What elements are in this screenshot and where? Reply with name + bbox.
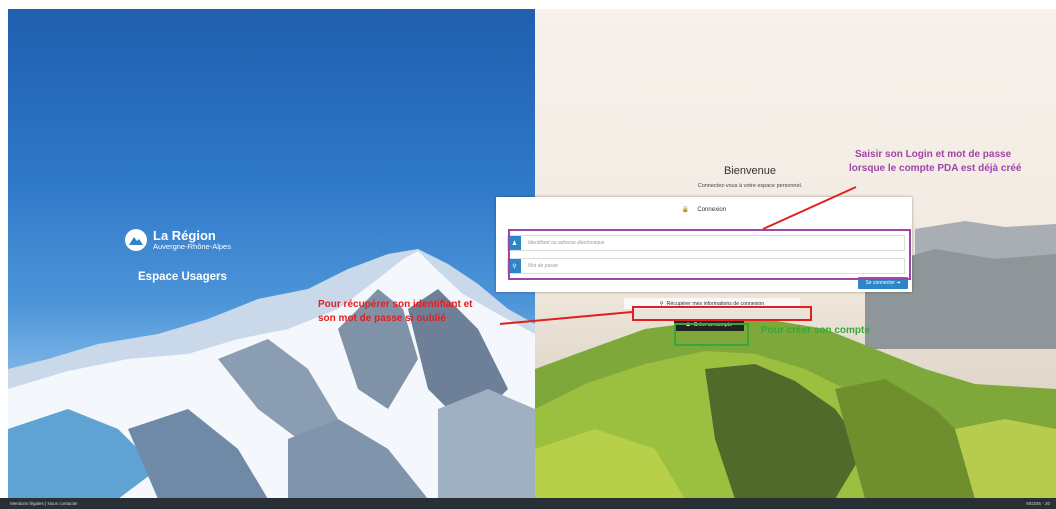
- create-annotation: Pour créer son compte: [761, 325, 870, 336]
- mountain-snow-image: [8, 249, 535, 499]
- recover-note-line2: son mot de passe si oublié: [318, 313, 446, 324]
- key-icon: ⚲: [508, 259, 521, 273]
- login-input[interactable]: ♟ Identifiant ou adresse électronique: [507, 235, 905, 251]
- create-account-button[interactable]: ♟ Créer un compte: [674, 319, 744, 331]
- login-note-line1: Saisir son Login et mot de passe: [855, 149, 1012, 160]
- recover-label: Récupérer mes informations de connexion: [666, 300, 765, 307]
- sign-in-icon: ➜: [896, 280, 901, 286]
- lock-icon: 🔒: [681, 207, 690, 213]
- left-panel: La Région Auvergne-Rhône-Alpes Espace Us…: [8, 9, 535, 499]
- card-header: 🔒 Connexion: [496, 206, 912, 213]
- password-placeholder: Mot de passe: [528, 263, 559, 269]
- recover-credentials-link[interactable]: ⚲ Récupérer mes informations de connexion: [624, 298, 800, 309]
- login-card: 🔒 Connexion ♟ Identifiant ou adresse élec…: [496, 197, 912, 292]
- recover-note-line1: Pour récupérer son identifiant et: [318, 299, 473, 310]
- card-header-label: Connexion: [697, 207, 727, 213]
- space-title: Espace Usagers: [138, 271, 227, 283]
- login-note-line2: lorsque le compte PDA est déjà créé: [849, 163, 1022, 174]
- region-logo: La Région Auvergne-Rhône-Alpes: [125, 229, 231, 251]
- create-label: Créer un compte: [693, 322, 733, 328]
- key-icon: ⚲: [659, 300, 664, 307]
- footer: Mentions légales | Nous contacter MGDIS …: [0, 498, 1056, 509]
- welcome-subtitle: Connectez-vous à votre espace personnel.: [697, 183, 803, 189]
- logo-name: La Région: [153, 228, 216, 243]
- logo-mountain-icon: [125, 229, 147, 251]
- recover-annotation: Pour récupérer son identifiant et son mo…: [318, 298, 472, 326]
- connect-button[interactable]: Se connecter ➜: [858, 277, 908, 289]
- login-annotation: Saisir son Login et mot de passe lorsque…: [849, 148, 1021, 176]
- password-input[interactable]: ⚲ Mot de passe: [507, 258, 905, 274]
- user-icon: ♟: [508, 236, 521, 250]
- login-placeholder: Identifiant ou adresse électronique: [528, 240, 605, 246]
- connect-label: Se connecter: [865, 280, 895, 286]
- footer-version: MGDIS - 20: [1026, 501, 1050, 506]
- user-plus-icon: ♟: [685, 322, 691, 328]
- logo-subtitle: Auvergne-Rhône-Alpes: [153, 242, 231, 251]
- footer-links[interactable]: Mentions légales | Nous contacter: [10, 501, 78, 506]
